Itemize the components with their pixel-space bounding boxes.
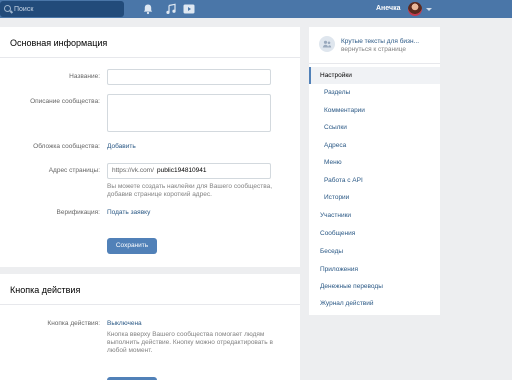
sidebar-item-sections[interactable]: Разделы [309,84,440,101]
top-navigation-bar: Анечка [0,0,512,18]
basic-info-card: Основная информация Название: Описание с… [0,27,300,267]
description-label: Описание сообщества: [30,98,100,105]
address-prefix: https://vk.com/ [112,167,154,174]
action-button-card: Кнопка действия Кнопка действия: Выключе… [0,274,300,380]
sidebar-item-menu[interactable]: Меню [309,154,440,171]
description-textarea[interactable] [107,94,271,132]
sidebar-item-label: Участники [320,212,352,219]
sidebar-item-label: Ссылки [324,124,347,131]
name-label: Название: [69,73,100,80]
sidebar-item-messages[interactable]: Сообщения [309,225,440,242]
sidebar-item-label: Адреса [324,142,347,149]
cover-label: Обложка сообщества: [33,143,100,150]
sidebar-item-settings[interactable]: Настройки [309,67,440,84]
action-button-title: Кнопка действия [10,285,81,295]
sidebar-item-label: Комментарии [324,107,365,114]
add-cover-link[interactable]: Добавить [107,143,136,150]
sidebar-item-label: Настройки [320,72,352,79]
search-input[interactable] [14,1,120,17]
sidebar-item-comments[interactable]: Комментарии [309,102,440,119]
user-avatar[interactable] [408,2,422,16]
bell-icon[interactable] [142,3,154,15]
sidebar-item-label: Приложения [320,266,359,273]
sidebar-item-stories[interactable]: Истории [309,189,440,206]
divider [309,63,440,64]
name-input[interactable] [107,69,271,85]
video-icon[interactable] [183,3,195,15]
action-button-status[interactable]: Выключена [107,320,142,327]
sidebar-item-addresses[interactable]: Адреса [309,137,440,154]
address-label: Адрес страницы: [48,167,100,174]
address-hint: Вы можете создать наклейки для Вашего со… [107,183,273,198]
community-name[interactable]: Крутые тексты для бизн... [341,38,435,45]
sidebar-item-label: Работа с API [324,177,363,184]
sidebar-item-chats[interactable]: Беседы [309,243,440,260]
basic-info-title: Основная информация [10,38,108,48]
address-input[interactable]: https://vk.com/ public194810941 [107,163,271,179]
group-icon [322,40,332,48]
sidebar-item-label: Сообщения [320,230,356,237]
sidebar-item-api[interactable]: Работа с API [309,172,440,189]
sidebar-item-label: Беседы [320,248,344,255]
settings-sidebar: Крутые тексты для бизн... вернуться к ст… [309,27,440,315]
back-to-page[interactable]: Крутые тексты для бизн... вернуться к ст… [309,27,440,61]
sidebar-item-apps[interactable]: Приложения [309,261,440,278]
sidebar-item-money-transfers[interactable]: Денежные переводы [309,278,440,295]
community-avatar [319,36,335,52]
search-icon [4,5,11,12]
sidebar-item-label: Разделы [324,89,351,96]
sidebar-item-label: Меню [324,159,342,166]
divider [0,304,300,305]
address-value[interactable]: public194810941 [157,164,207,178]
sidebar-item-label: Журнал действий [320,300,374,307]
action-button-hint: Кнопка вверху Вашего сообщества помогает… [107,331,273,354]
back-to-page-label[interactable]: вернуться к странице [341,46,406,53]
user-name[interactable]: Анечка [376,5,400,12]
sidebar-item-label: Истории [324,194,350,201]
chevron-down-icon[interactable] [426,8,432,11]
sidebar-item-members[interactable]: Участники [309,207,440,224]
sidebar-item-links[interactable]: Ссылки [309,119,440,136]
search-box[interactable] [0,1,124,17]
save-button[interactable]: Сохранить [107,238,157,254]
sidebar-item-label: Денежные переводы [320,283,383,290]
divider [0,57,300,58]
verification-link[interactable]: Подать заявку [107,209,150,216]
action-button-label: Кнопка действия: [47,320,100,327]
verification-label: Верификация: [56,209,100,216]
sidebar-item-action-log[interactable]: Журнал действий [309,295,440,312]
music-icon[interactable] [165,3,177,15]
